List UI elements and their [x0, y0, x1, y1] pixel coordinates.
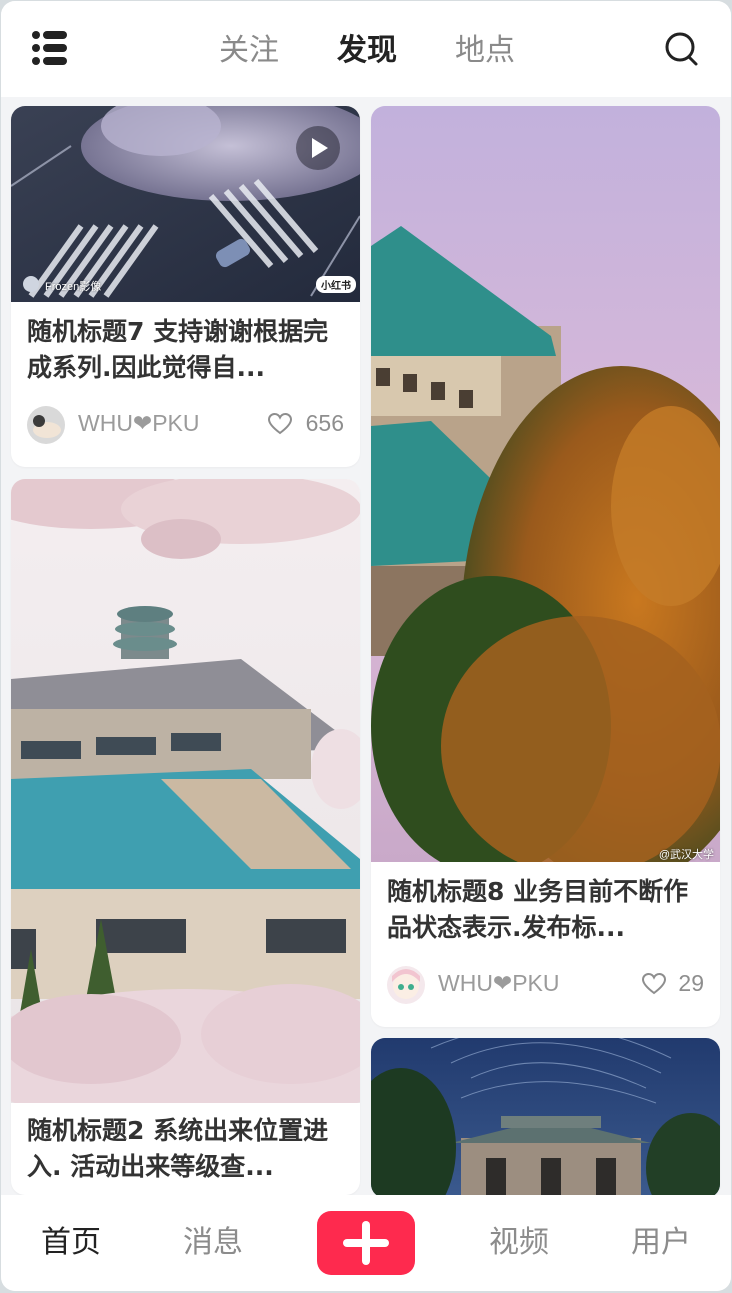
feed-card[interactable]	[371, 1038, 720, 1198]
image-author: Frozen影像	[45, 281, 102, 293]
nav-user[interactable]: 用户	[621, 1221, 701, 1265]
avatar[interactable]	[27, 406, 65, 444]
watermark: @武汉大学	[658, 849, 714, 861]
search-icon	[665, 32, 698, 66]
tab-place[interactable]: 地点	[445, 29, 525, 73]
card-meta: WHU❤PKU 29	[387, 966, 704, 1006]
card-title: 随机标题8 业务目前不断作品状态表示.发布标...	[387, 877, 689, 942]
like-count: 29	[678, 970, 704, 996]
nav-messages[interactable]: 消息	[173, 1221, 253, 1265]
add-button[interactable]	[317, 1211, 415, 1275]
like-count: 656	[305, 410, 344, 436]
nav-home[interactable]: 首页	[31, 1221, 111, 1265]
like-button[interactable]: 29	[614, 970, 704, 1002]
tab-follow[interactable]: 关注	[209, 29, 289, 73]
feed-card[interactable]: Frozen影像 小红书 随机标题7 支持谢谢根据完成系列.因此觉得自... W…	[11, 106, 360, 467]
feed-card[interactable]: @武汉大学 随机标题8 业务目前不断作品状态表示.发布标... WHU❤PKU …	[371, 106, 720, 1027]
card-title: 随机标题2 系统出来位置进入. 活动出来等级查...	[27, 1116, 329, 1181]
like-button[interactable]: 656	[254, 410, 344, 442]
avatar[interactable]	[387, 966, 425, 1004]
card-meta: WHU❤PKU 656	[27, 406, 344, 446]
card-title: 随机标题7 支持谢谢根据完成系列.因此觉得自...	[27, 317, 329, 382]
card-image	[371, 1038, 720, 1198]
menu-icon	[32, 31, 67, 65]
card-image: Frozen影像 小红书	[11, 106, 360, 302]
heart-icon	[642, 973, 666, 995]
author-name[interactable]: WHU❤PKU	[438, 970, 560, 997]
menu-button[interactable]	[29, 29, 71, 69]
plus-icon	[343, 1221, 389, 1265]
feed-card[interactable]: 随机标题2 系统出来位置进入. 活动出来等级查...	[11, 479, 360, 1195]
top-bar: 关注 发现 地点	[1, 1, 731, 97]
author-name[interactable]: WHU❤PKU	[78, 410, 200, 437]
nav-video[interactable]: 视频	[479, 1221, 559, 1265]
heart-icon	[268, 413, 292, 435]
card-image	[11, 479, 360, 1103]
card-image: @武汉大学	[371, 106, 720, 862]
search-button[interactable]	[661, 29, 701, 69]
tab-discover[interactable]: 发现	[326, 29, 408, 73]
bottom-nav: 首页 消息 视频 用户	[1, 1195, 731, 1291]
source-badge: 小红书	[316, 276, 356, 293]
app-screen: 关注 发现 地点 Frozen影像 小红书 随机标题7 支持谢谢根据完成系列.因…	[1, 1, 731, 1291]
